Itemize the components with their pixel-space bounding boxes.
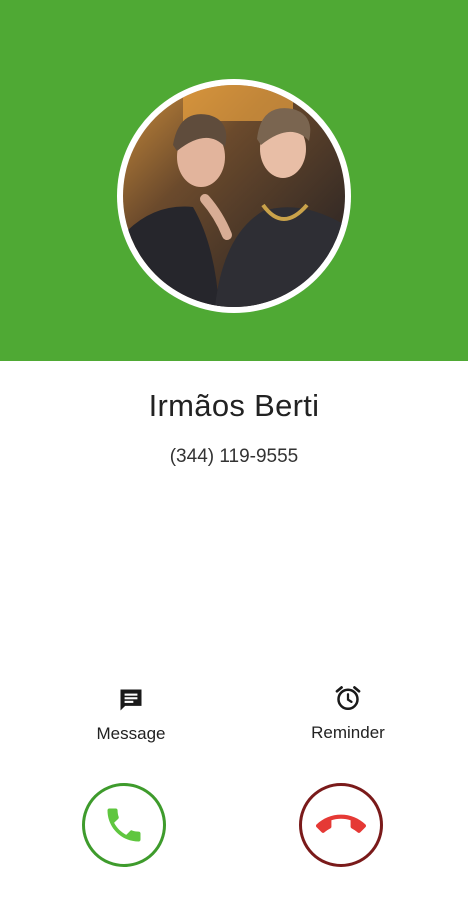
accept-call-button[interactable] <box>82 783 166 867</box>
alarm-clock-icon <box>335 686 361 710</box>
decline-call-button[interactable] <box>299 783 383 867</box>
message-button[interactable]: Message <box>71 686 191 744</box>
phone-icon <box>107 808 141 842</box>
phone-hangup-icon <box>316 814 366 833</box>
reminder-button[interactable]: Reminder <box>288 683 408 743</box>
caller-name: Irmãos Berti <box>148 388 320 423</box>
reminder-label: Reminder <box>311 723 385 742</box>
incoming-call-screen: Irmãos Berti (344) 119-9555 Message Remi… <box>0 0 468 900</box>
message-label: Message <box>96 724 166 743</box>
caller-header <box>0 0 468 361</box>
contact-photo-icon <box>123 85 345 307</box>
message-icon <box>120 689 142 711</box>
caller-phone-number: (344) 119-9555 <box>169 446 299 467</box>
caller-avatar <box>117 79 351 313</box>
